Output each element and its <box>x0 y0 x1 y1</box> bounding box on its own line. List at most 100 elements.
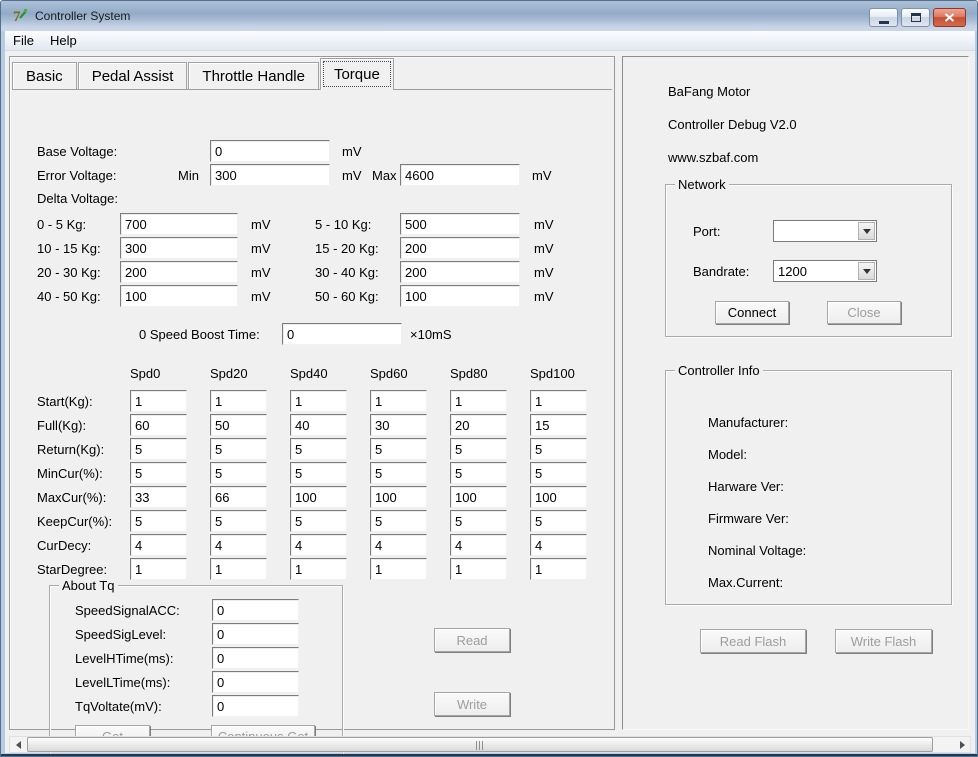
about-tq-group: About Tq Get Continuous Get SpeedSignalA… <box>49 585 343 757</box>
delta-left-input[interactable] <box>120 261 238 283</box>
tab-throttle-handle[interactable]: Throttle Handle <box>188 62 319 89</box>
grid-cell-input[interactable] <box>290 414 347 436</box>
grid-cell-input[interactable] <box>210 534 267 556</box>
grid-cell-input[interactable] <box>370 510 427 532</box>
grid-cell-input[interactable] <box>530 534 587 556</box>
grid-cell-input[interactable] <box>210 438 267 460</box>
grid-cell-input[interactable] <box>450 534 507 556</box>
grid-cell-input[interactable] <box>370 534 427 556</box>
minimize-button[interactable] <box>869 8 898 27</box>
delta-right-input[interactable] <box>400 285 520 307</box>
grid-cell-input[interactable] <box>290 486 347 508</box>
read-button[interactable]: Read <box>434 628 510 652</box>
grid-cell-input[interactable] <box>450 510 507 532</box>
grid-cell-input[interactable] <box>530 486 587 508</box>
port-combobox[interactable] <box>773 220 877 242</box>
delta-right-label: 5 - 10 Kg: <box>315 217 371 232</box>
error-voltage-min-input[interactable] <box>210 164 330 186</box>
bandrate-combobox[interactable]: 1200 <box>773 260 877 282</box>
tab-pedal-assist[interactable]: Pedal Assist <box>78 62 188 89</box>
grid-cell-input[interactable] <box>530 438 587 460</box>
delta-right-input[interactable] <box>400 213 520 235</box>
grid-cell-input[interactable] <box>130 390 187 412</box>
right-panel: BaFang Motor Controller Debug V2.0 www.s… <box>622 56 969 730</box>
grid-cell-input[interactable] <box>290 390 347 412</box>
grid-cell-input[interactable] <box>450 438 507 460</box>
scroll-left-button[interactable] <box>10 737 26 752</box>
grid-cell-input[interactable] <box>210 486 267 508</box>
about-tq-field-input[interactable] <box>212 647 299 669</box>
grid-cell-input[interactable] <box>210 414 267 436</box>
grid-cell-input[interactable] <box>130 486 187 508</box>
delta-right-input[interactable] <box>400 261 520 283</box>
grid-cell-input[interactable] <box>450 558 507 580</box>
grid-cell-input[interactable] <box>370 558 427 580</box>
grid-cell-input[interactable] <box>530 414 587 436</box>
grid-cell-input[interactable] <box>370 438 427 460</box>
grid-cell-input[interactable] <box>130 510 187 532</box>
grid-cell-input[interactable] <box>450 486 507 508</box>
delta-left-input[interactable] <box>120 237 238 259</box>
about-tq-field-input[interactable] <box>212 695 299 717</box>
close-connection-button[interactable]: Close <box>827 301 901 324</box>
connect-button[interactable]: Connect <box>715 301 789 324</box>
maximize-button[interactable] <box>901 8 930 27</box>
delta-left-label: 20 - 30 Kg: <box>37 265 101 280</box>
close-button[interactable] <box>933 8 966 27</box>
grid-cell-input[interactable] <box>450 390 507 412</box>
grid-cell-input[interactable] <box>370 414 427 436</box>
delta-right-label: 30 - 40 Kg: <box>315 265 379 280</box>
grid-cell-input[interactable] <box>370 462 427 484</box>
grid-cell-input[interactable] <box>130 462 187 484</box>
tab-basic[interactable]: Basic <box>12 62 77 89</box>
about-tq-field-input[interactable] <box>212 623 299 645</box>
base-voltage-input[interactable] <box>210 140 330 162</box>
grid-cell-input[interactable] <box>530 462 587 484</box>
grid-cell-input[interactable] <box>210 558 267 580</box>
grid-cell-input[interactable] <box>530 390 587 412</box>
horizontal-scrollbar[interactable] <box>9 736 971 753</box>
grid-cell-input[interactable] <box>210 390 267 412</box>
grid-cell-input[interactable] <box>130 534 187 556</box>
grid-cell-input[interactable] <box>530 558 587 580</box>
grid-cell-input[interactable] <box>210 462 267 484</box>
grid-cell-input[interactable] <box>290 462 347 484</box>
scroll-right-button[interactable] <box>954 737 970 752</box>
about-tq-field-input[interactable] <box>212 599 299 621</box>
grid-cell-input[interactable] <box>130 558 187 580</box>
window-title: Controller System <box>35 9 130 23</box>
write-flash-button[interactable]: Write Flash <box>835 629 932 653</box>
delta-left-input[interactable] <box>120 285 238 307</box>
grid-cell-input[interactable] <box>450 414 507 436</box>
grid-cell-input[interactable] <box>210 510 267 532</box>
write-button[interactable]: Write <box>434 692 510 716</box>
menu-item-help[interactable]: Help <box>42 31 85 50</box>
close-icon <box>944 13 955 22</box>
tab-torque[interactable]: Torque <box>320 58 394 90</box>
grid-row-label: MaxCur(%): <box>37 490 106 505</box>
delta-left-input[interactable] <box>120 213 238 235</box>
grid-cell-input[interactable] <box>290 558 347 580</box>
port-dropdown-button[interactable] <box>858 222 875 240</box>
about-tq-field-input[interactable] <box>212 671 299 693</box>
grid-cell-input[interactable] <box>290 438 347 460</box>
grid-cell-input[interactable] <box>130 438 187 460</box>
read-flash-button[interactable]: Read Flash <box>700 629 806 653</box>
boost-time-input[interactable] <box>282 323 402 345</box>
error-voltage-max-input[interactable] <box>400 164 520 186</box>
app-icon[interactable]: 7 <box>12 7 29 24</box>
grid-cell-input[interactable] <box>130 414 187 436</box>
scrollbar-thumb[interactable] <box>27 737 933 752</box>
grid-cell-input[interactable] <box>290 510 347 532</box>
grid-cell-input[interactable] <box>450 462 507 484</box>
grid-cell-input[interactable] <box>370 486 427 508</box>
bandrate-dropdown-button[interactable] <box>858 262 875 280</box>
about-tq-field-label: TqVoltate(mV): <box>75 699 162 714</box>
grid-cell-input[interactable] <box>370 390 427 412</box>
grid-cell-input[interactable] <box>290 534 347 556</box>
delta-right-input[interactable] <box>400 237 520 259</box>
grid-cell-input[interactable] <box>530 510 587 532</box>
network-group: Network Port: Bandrate: 1200 Connect Clo… <box>665 184 952 337</box>
menu-item-file[interactable]: File <box>5 31 42 50</box>
unit-mv: mV <box>534 265 554 280</box>
